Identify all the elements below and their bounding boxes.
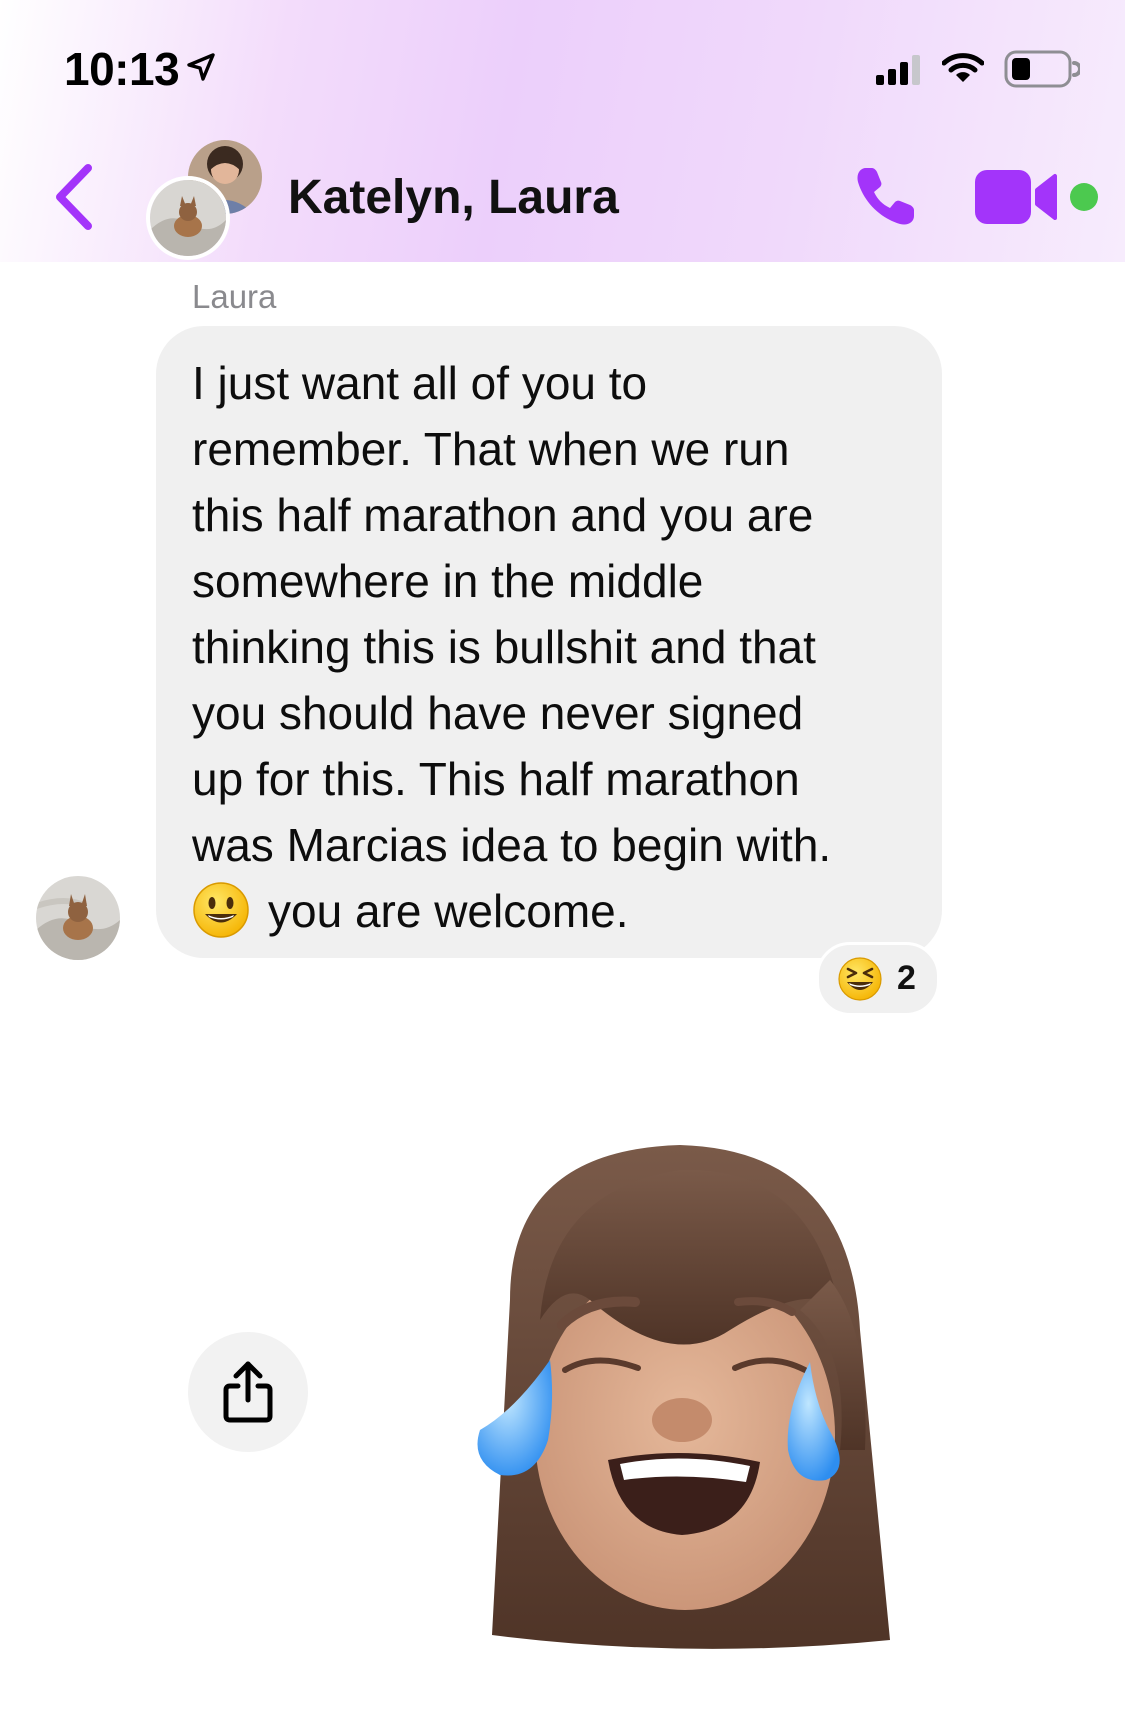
message-line: somewhere in the middle — [192, 555, 704, 607]
group-avatar[interactable] — [146, 140, 266, 260]
message-text: I just want all of you to remember. That… — [192, 350, 932, 944]
video-camera-icon — [975, 170, 1057, 224]
chat-title[interactable]: Katelyn, Laura — [288, 170, 619, 225]
phone-icon — [857, 168, 914, 225]
sender-avatar[interactable] — [36, 876, 120, 960]
message-line: I just want all of you to — [192, 357, 648, 409]
location-arrow-icon — [187, 53, 215, 81]
laughing-crying-memoji-sticker[interactable] — [470, 1130, 910, 1650]
message-line: was Marcias idea to begin with. — [192, 819, 832, 871]
cellular-signal-icon — [876, 55, 920, 85]
video-call-button[interactable] — [975, 170, 1061, 229]
share-icon — [223, 1361, 273, 1423]
message-line: you should have never signed — [192, 687, 804, 739]
status-time: 10:13 — [64, 43, 180, 95]
smiling-face-emoji-icon — [193, 882, 249, 938]
sender-name: Laura — [192, 278, 277, 315]
online-status-dot — [1070, 183, 1098, 211]
avatar-laura — [146, 176, 230, 260]
message-line: up for this. This half marathon — [192, 753, 800, 805]
reaction-pill[interactable]: 2 — [816, 942, 940, 1016]
message-line: thinking this is bullshit and that — [192, 621, 816, 673]
chevron-left-icon — [56, 164, 92, 230]
reaction-count: 2 — [897, 959, 916, 997]
message-line: remember. That when we run — [192, 423, 790, 475]
battery-icon — [1004, 50, 1080, 88]
call-button[interactable] — [852, 162, 920, 235]
message-line-last: you are welcome. — [192, 878, 932, 944]
grinning-squinting-face-emoji-icon — [838, 957, 882, 1001]
back-button[interactable] — [50, 160, 100, 234]
wifi-icon — [942, 53, 984, 82]
share-button[interactable] — [188, 1332, 308, 1452]
message-line: this half marathon and you are — [192, 489, 814, 541]
message-last-text: you are welcome. — [268, 885, 629, 937]
